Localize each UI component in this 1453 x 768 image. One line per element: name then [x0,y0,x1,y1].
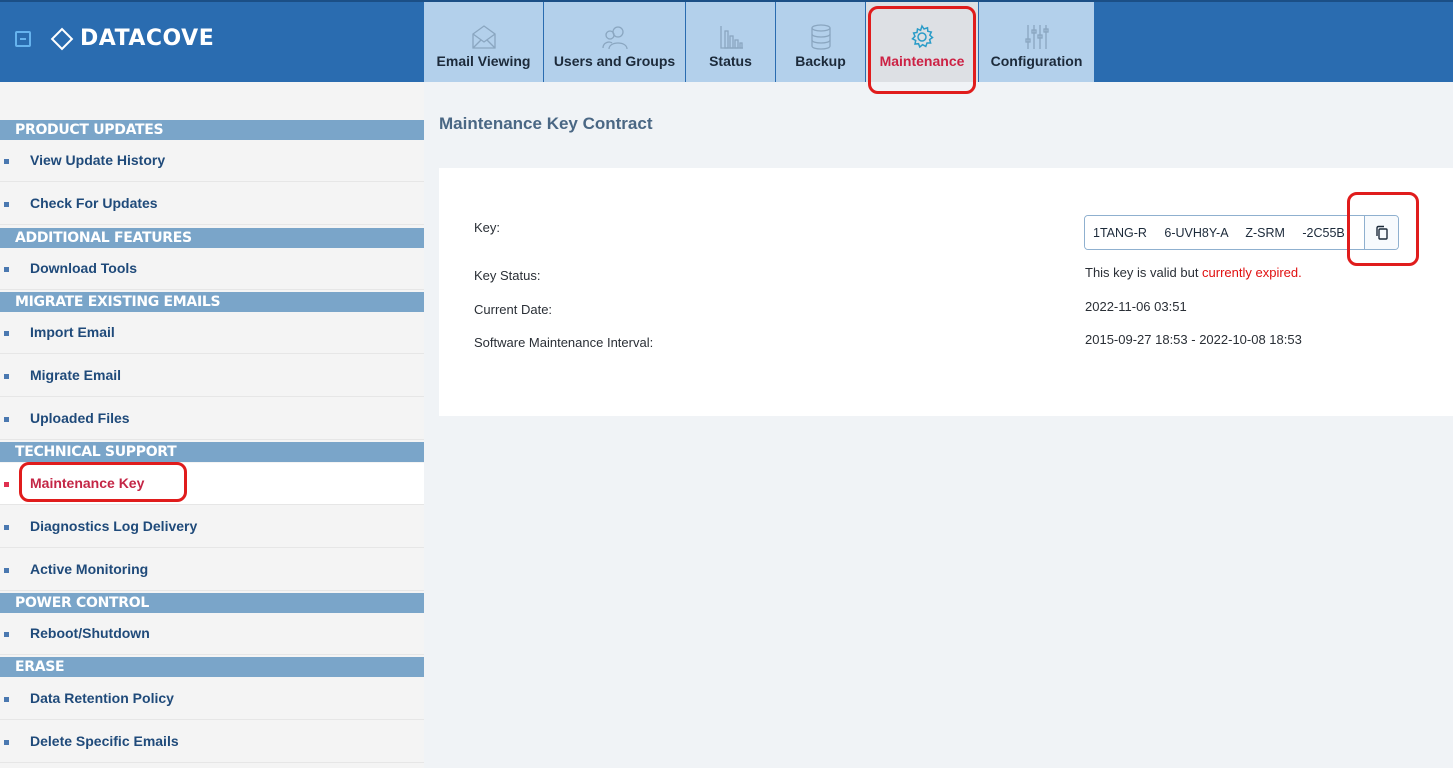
current-date-value: 2022-11-06 03:51 [1085,299,1187,314]
sidebar-item-maintenance-key[interactable]: Maintenance Key [0,463,424,505]
sidebar-section-power-control: POWER CONTROL [0,593,424,613]
sidebar-item-check-for-updates[interactable]: Check For Updates [0,183,424,225]
tab-status[interactable]: Status [686,2,776,82]
top-header: DATACOVE Email Viewing Users and Groups … [0,0,1453,82]
sidebar-item-delete-specific-emails[interactable]: Delete Specific Emails [0,721,424,763]
tab-maintenance[interactable]: Maintenance [866,2,979,82]
sidebar-item-label: Reboot/Shutdown [30,625,150,641]
bullet-icon [4,525,9,530]
sidebar-item-view-update-history[interactable]: View Update History [0,140,424,182]
tab-backup[interactable]: Backup [776,2,866,82]
sidebar-item-label: Diagnostics Log Delivery [30,518,198,534]
sidebar-section-technical-support: TECHNICAL SUPPORT [0,442,424,462]
sidebar: PRODUCT UPDATES View Update History Chec… [0,82,424,768]
bullet-icon [4,568,9,573]
key-status-expired: currently expired. [1202,265,1302,280]
sidebar-item-label: Delete Specific Emails [30,733,179,749]
bullet-icon [4,697,9,702]
sidebar-item-download-tools[interactable]: Download Tools [0,248,424,290]
bullet-icon [4,331,9,336]
sidebar-item-import-email[interactable]: Import Email [0,312,424,354]
sidebar-item-diagnostics-log-delivery[interactable]: Diagnostics Log Delivery [0,506,424,548]
sliders-icon [1024,25,1049,49]
bullet-icon [4,740,9,745]
sidebar-item-label: Active Monitoring [30,561,149,577]
key-status-value: This key is valid but currently expired. [1085,265,1302,280]
sidebar-section-additional-features: ADDITIONAL FEATURES [0,228,424,248]
current-date-label: Current Date: [474,302,553,317]
sidebar-item-label: Data Retention Policy [30,690,174,706]
bullet-icon [4,159,9,164]
database-icon [810,24,831,50]
bullet-icon [4,482,9,487]
tab-label: Configuration [990,53,1083,69]
sidebar-item-label: Maintenance Key [30,475,145,491]
main-nav-tabs: Email Viewing Users and Groups Status Ba… [424,2,1095,82]
sidebar-section-product-updates: PRODUCT UPDATES [0,120,424,140]
sidebar-item-data-retention-policy[interactable]: Data Retention Policy [0,678,424,720]
sidebar-section-migrate-existing-emails: MIGRATE EXISTING EMAILS [0,292,424,312]
sidebar-item-label: Download Tools [30,260,138,276]
tab-label: Users and Groups [553,53,676,69]
logo-diamond-icon [50,27,74,50]
logo-text: DATACOVE [80,26,215,51]
collapse-sidebar-icon[interactable] [15,31,31,47]
maintenance-key-card [439,168,1453,416]
copy-icon [1375,225,1388,240]
key-field-group [1084,215,1399,250]
key-status-label: Key Status: [474,268,541,283]
tab-users-and-groups[interactable]: Users and Groups [544,2,686,82]
sidebar-item-active-monitoring[interactable]: Active Monitoring [0,549,424,591]
sidebar-item-uploaded-files[interactable]: Uploaded Files [0,398,424,440]
sidebar-item-migrate-email[interactable]: Migrate Email [0,355,424,397]
sidebar-item-reboot-shutdown[interactable]: Reboot/Shutdown [0,613,424,655]
sidebar-section-erase: ERASE [0,657,424,677]
bar-chart-icon [719,26,743,49]
tab-email-viewing[interactable]: Email Viewing [424,2,544,82]
sidebar-item-label: Import Email [30,324,115,340]
bullet-icon [4,417,9,422]
maintenance-interval-value: 2015-09-27 18:53 - 2022-10-08 18:53 [1085,332,1302,347]
tab-label: Status [709,53,752,69]
key-status-text: This key is valid but [1085,265,1203,280]
key-label: Key: [474,220,501,235]
maintenance-interval-label: Software Maintenance Interval: [474,335,654,350]
bullet-icon [4,632,9,637]
sidebar-item-label: Check For Updates [30,195,158,211]
copy-key-button[interactable] [1364,216,1398,249]
envelope-icon [471,25,496,49]
tab-label: Backup [795,53,846,69]
users-icon [601,26,628,50]
gear-icon [911,24,934,49]
maintenance-key-input[interactable] [1085,216,1364,249]
sidebar-item-label: Uploaded Files [30,410,130,426]
tab-label: Maintenance [879,53,965,69]
app-logo[interactable]: DATACOVE [50,26,214,51]
tab-label: Email Viewing [436,53,531,69]
tab-configuration[interactable]: Configuration [979,2,1095,82]
sidebar-item-label: Migrate Email [30,367,122,383]
bullet-icon [4,374,9,379]
page-title: Maintenance Key Contract [439,114,653,133]
sidebar-item-label: View Update History [30,152,166,168]
bullet-icon [4,267,9,272]
bullet-icon [4,202,9,207]
